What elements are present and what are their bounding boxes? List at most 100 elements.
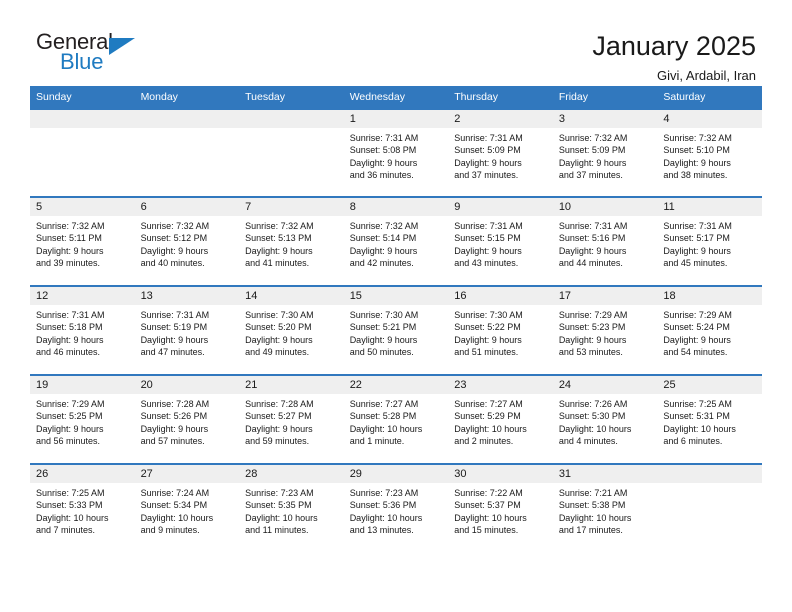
calendar-day-cell[interactable]: 16 Sunrise: 7:30 AM Sunset: 5:22 PM Dayligh… [448, 285, 553, 375]
daylight-text-line2: and 36 minutes. [349, 170, 414, 181]
calendar-table: Sunday Monday Tuesday Wednesday Thursday… [30, 86, 762, 553]
daylight-text-line1: Daylight: 10 hours [349, 512, 423, 523]
day-number: 5 [30, 198, 135, 216]
day-sun-info: Sunrise: 7:31 AM Sunset: 5:18 PM Daylight:… [30, 305, 135, 359]
calendar-day-cell[interactable]: 13 Sunrise: 7:31 AM Sunset: 5:19 PM Dayligh… [134, 285, 240, 375]
daylight-text-line2: and 1 minute. [349, 436, 405, 447]
calendar-day-cell[interactable]: 1 Sunrise: 7:31 AM Sunset: 5:08 PM Daylight… [343, 108, 449, 197]
daylight-text-line2: and 45 minutes. [663, 258, 728, 269]
calendar-day-cell-empty [239, 108, 344, 197]
daylight-text-line1: Daylight: 9 hours [245, 334, 313, 345]
sunrise-text: Sunrise: 7:28 AM [140, 399, 210, 409]
day-number: 25 [657, 376, 762, 394]
sunrise-text: Sunrise: 7:31 AM [140, 310, 210, 320]
daylight-text-line1: Daylight: 9 hours [663, 157, 731, 168]
sunrise-text: Sunrise: 7:32 AM [36, 221, 105, 231]
sunset-text: Sunset: 5:13 PM [245, 233, 312, 244]
calendar-day-cell[interactable]: 25 Sunrise: 7:25 AM Sunset: 5:31 PM Dayligh… [657, 374, 762, 464]
day-number: 17 [552, 287, 658, 305]
calendar-day-cell[interactable]: 2 Sunrise: 7:31 AM Sunset: 5:09 PM Daylight… [448, 108, 553, 197]
sunrise-text: Sunrise: 7:29 AM [558, 310, 628, 320]
daylight-text-line1: Daylight: 10 hours [558, 512, 632, 523]
sunset-text: Sunset: 5:09 PM [558, 145, 626, 156]
sunset-text: Sunset: 5:38 PM [558, 500, 626, 511]
day-number: 14 [239, 287, 344, 305]
day-sun-info: Sunrise: 7:26 AM Sunset: 5:30 PM Daylight:… [553, 394, 658, 448]
day-number: 23 [448, 376, 553, 394]
day-sun-info: Sunrise: 7:29 AM Sunset: 5:25 PM Daylight:… [30, 394, 135, 448]
day-number: 10 [552, 198, 658, 216]
sunrise-text: Sunrise: 7:30 AM [454, 310, 523, 320]
calendar-week-row: 12 Sunrise: 7:31 AM Sunset: 5:18 PM Dayligh… [30, 285, 762, 375]
calendar-day-cell[interactable]: 24 Sunrise: 7:26 AM Sunset: 5:30 PM Dayligh… [552, 374, 658, 464]
calendar-day-cell[interactable]: 15 Sunrise: 7:30 AM Sunset: 5:21 PM Dayligh… [343, 285, 449, 375]
daylight-text-line1: Daylight: 10 hours [36, 512, 109, 523]
calendar-day-cell[interactable]: 8 Sunrise: 7:32 AM Sunset: 5:14 PM Daylight… [343, 196, 449, 286]
day-sun-info: Sunrise: 7:32 AM Sunset: 5:09 PM Daylight:… [553, 128, 658, 182]
calendar-page: General Blue January 2025 Givi, Ardabil,… [0, 0, 792, 612]
daylight-text-line1: Daylight: 9 hours [245, 245, 313, 256]
daylight-text-line1: Daylight: 9 hours [454, 334, 522, 345]
day-sun-info: Sunrise: 7:25 AM Sunset: 5:33 PM Daylight:… [30, 483, 135, 537]
weekday-header-saturday: Saturday [657, 86, 762, 109]
calendar-day-cell[interactable]: 23 Sunrise: 7:27 AM Sunset: 5:29 PM Dayligh… [448, 374, 553, 464]
sunset-text: Sunset: 5:12 PM [140, 233, 208, 244]
day-sun-info: Sunrise: 7:27 AM Sunset: 5:28 PM Daylight:… [344, 394, 449, 448]
calendar-day-cell[interactable]: 14 Sunrise: 7:30 AM Sunset: 5:20 PM Dayligh… [239, 285, 344, 375]
sunrise-text: Sunrise: 7:30 AM [245, 310, 314, 320]
calendar-day-cell[interactable]: 20 Sunrise: 7:28 AM Sunset: 5:26 PM Dayligh… [134, 374, 240, 464]
calendar-day-cell-empty [657, 463, 762, 553]
sunrise-text: Sunrise: 7:31 AM [349, 133, 419, 143]
calendar-day-cell[interactable]: 3 Sunrise: 7:32 AM Sunset: 5:09 PM Daylight… [552, 108, 658, 197]
calendar-day-cell[interactable]: 11 Sunrise: 7:31 AM Sunset: 5:17 PM Dayligh… [657, 196, 762, 286]
weekday-header-sunday: Sunday [30, 86, 135, 109]
general-blue-logo[interactable]: General Blue [36, 30, 156, 76]
sunrise-text: Sunrise: 7:21 AM [558, 488, 628, 498]
sunset-text: Sunset: 5:11 PM [36, 233, 102, 244]
sunrise-text: Sunrise: 7:24 AM [140, 488, 210, 498]
daylight-text-line1: Daylight: 9 hours [349, 157, 418, 168]
daylight-text-line1: Daylight: 10 hours [454, 512, 527, 523]
calendar-day-cell[interactable]: 17 Sunrise: 7:29 AM Sunset: 5:23 PM Dayligh… [552, 285, 658, 375]
day-number: 30 [448, 465, 553, 483]
day-number: 6 [134, 198, 240, 216]
daylight-text-line2: and 44 minutes. [558, 258, 623, 269]
calendar-day-cell[interactable]: 31 Sunrise: 7:21 AM Sunset: 5:38 PM Dayligh… [552, 463, 658, 553]
calendar-day-cell[interactable]: 9 Sunrise: 7:31 AM Sunset: 5:15 PM Daylight… [448, 196, 553, 286]
daylight-text-line1: Daylight: 9 hours [36, 423, 104, 434]
day-number: 27 [134, 465, 240, 483]
calendar-day-cell[interactable]: 7 Sunrise: 7:32 AM Sunset: 5:13 PM Daylight… [239, 196, 344, 286]
sunset-text: Sunset: 5:31 PM [663, 411, 730, 422]
sunrise-text: Sunrise: 7:32 AM [245, 221, 314, 231]
sunset-text: Sunset: 5:14 PM [349, 233, 417, 244]
daylight-text-line2: and 11 minutes. [245, 525, 309, 536]
calendar-day-cell[interactable]: 19 Sunrise: 7:29 AM Sunset: 5:25 PM Dayligh… [30, 374, 135, 464]
calendar-day-cell[interactable]: 4 Sunrise: 7:32 AM Sunset: 5:10 PM Daylight… [657, 108, 762, 197]
sunrise-text: Sunrise: 7:31 AM [558, 221, 628, 231]
calendar-day-cell[interactable]: 10 Sunrise: 7:31 AM Sunset: 5:16 PM Dayligh… [552, 196, 658, 286]
daylight-text-line1: Daylight: 10 hours [454, 423, 527, 434]
calendar-day-cell[interactable]: 30 Sunrise: 7:22 AM Sunset: 5:37 PM Dayligh… [448, 463, 553, 553]
sunset-text: Sunset: 5:25 PM [36, 411, 103, 422]
calendar-day-cell[interactable]: 6 Sunrise: 7:32 AM Sunset: 5:12 PM Daylight… [134, 196, 240, 286]
calendar-day-cell[interactable]: 26 Sunrise: 7:25 AM Sunset: 5:33 PM Dayligh… [30, 463, 135, 553]
calendar-day-cell[interactable]: 21 Sunrise: 7:28 AM Sunset: 5:27 PM Dayligh… [239, 374, 344, 464]
calendar-day-cell[interactable]: 29 Sunrise: 7:23 AM Sunset: 5:36 PM Dayligh… [343, 463, 449, 553]
daylight-text-line1: Daylight: 9 hours [36, 245, 104, 256]
calendar-day-cell[interactable]: 18 Sunrise: 7:29 AM Sunset: 5:24 PM Dayligh… [657, 285, 762, 375]
daylight-text-line2: and 4 minutes. [558, 436, 618, 447]
daylight-text-line2: and 51 minutes. [454, 347, 519, 358]
day-sun-info: Sunrise: 7:32 AM Sunset: 5:14 PM Daylight:… [344, 216, 449, 270]
day-sun-info: Sunrise: 7:22 AM Sunset: 5:37 PM Daylight:… [448, 483, 553, 537]
daylight-text-line1: Daylight: 10 hours [558, 423, 632, 434]
day-number: 16 [448, 287, 553, 305]
day-number: 12 [30, 287, 135, 305]
calendar-header-row: Sunday Monday Tuesday Wednesday Thursday… [30, 86, 762, 109]
sunset-text: Sunset: 5:16 PM [558, 233, 626, 244]
calendar-day-cell[interactable]: 12 Sunrise: 7:31 AM Sunset: 5:18 PM Dayligh… [30, 285, 135, 375]
calendar-day-cell[interactable]: 5 Sunrise: 7:32 AM Sunset: 5:11 PM Daylight… [30, 196, 135, 286]
sunset-text: Sunset: 5:37 PM [454, 500, 521, 511]
calendar-day-cell[interactable]: 28 Sunrise: 7:23 AM Sunset: 5:35 PM Dayligh… [239, 463, 344, 553]
calendar-day-cell[interactable]: 22 Sunrise: 7:27 AM Sunset: 5:28 PM Dayligh… [343, 374, 449, 464]
calendar-day-cell[interactable]: 27 Sunrise: 7:24 AM Sunset: 5:34 PM Dayligh… [134, 463, 240, 553]
